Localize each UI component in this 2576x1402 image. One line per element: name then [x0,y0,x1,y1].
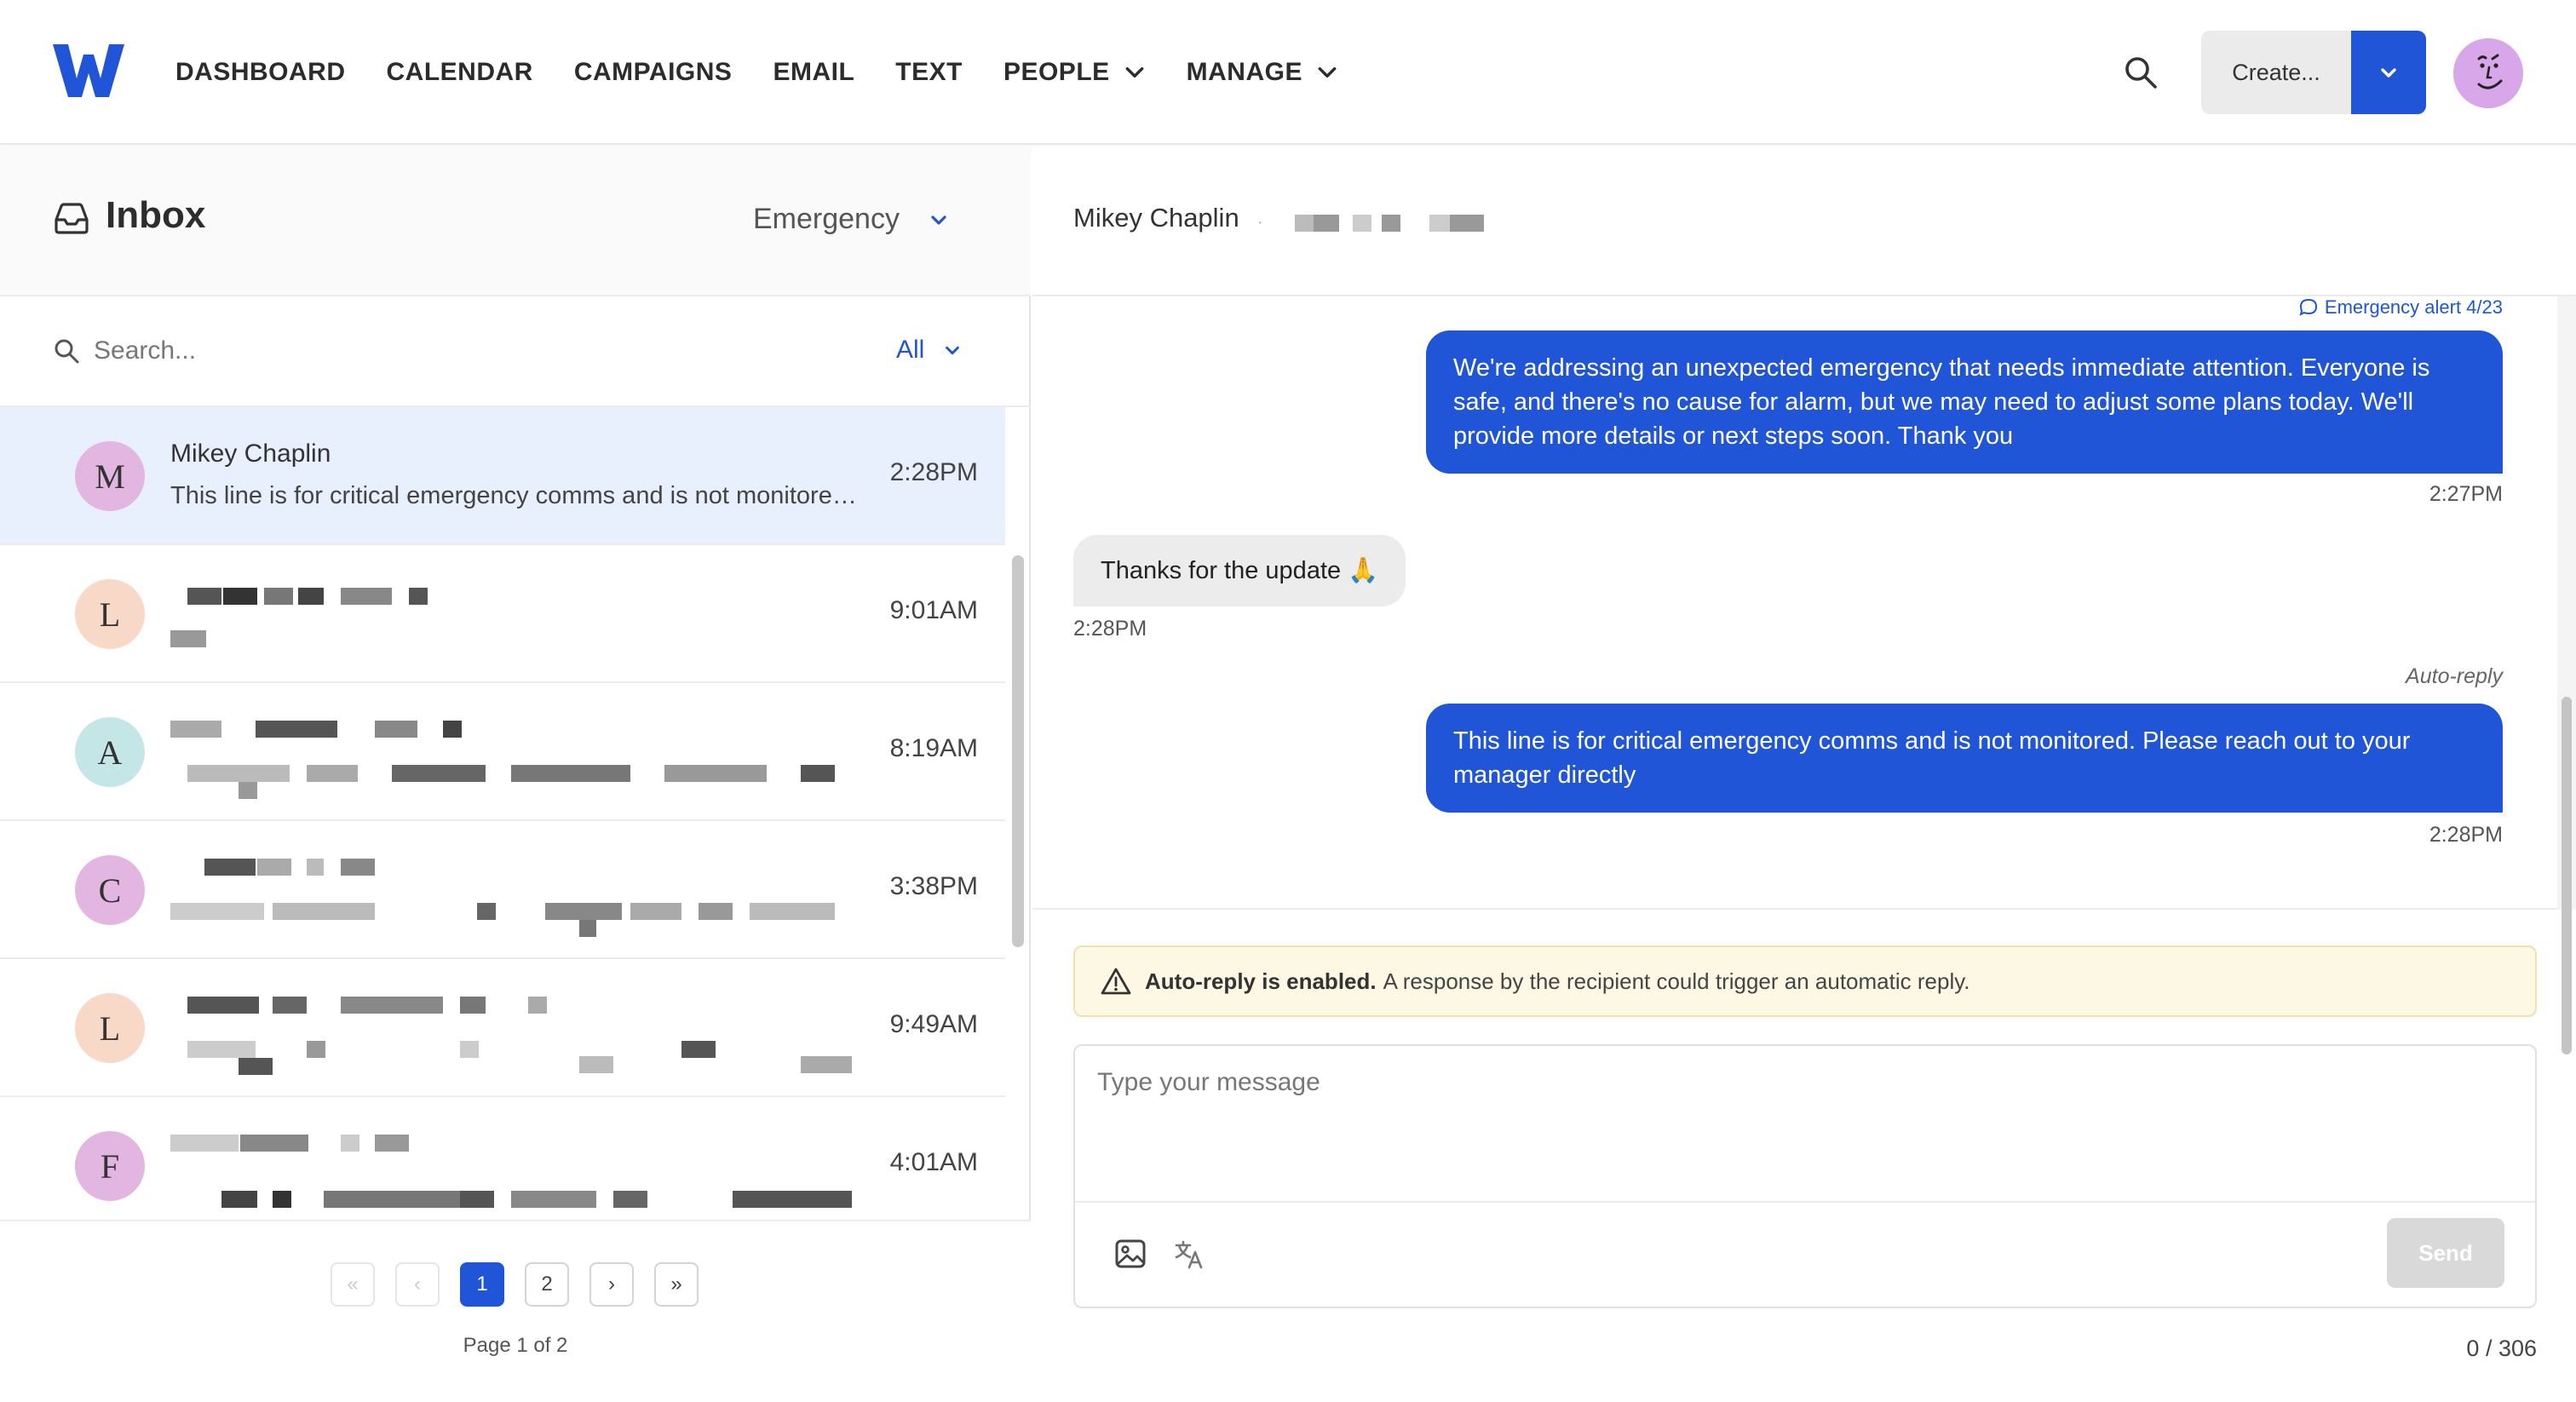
message-time: 3:38PM [889,872,978,900]
chevron-down-icon [1125,66,1144,78]
inbox-scope-value: All [896,336,925,364]
character-counter: 0 / 306 [2466,1336,2537,1361]
conversation-header: Mikey Chaplin · [1032,147,2576,296]
nav-calendar-label: CALENDAR [386,58,533,86]
message-text: Thanks for the update 🙏 [1101,557,1379,584]
outgoing-message: This line is for critical emergency comm… [1426,704,2503,813]
message-text: We're addressing an unexpected emergency… [1453,354,2430,450]
message-preview: This line is for critical emergency comm… [170,482,860,509]
nav-email-label: EMAIL [773,58,855,86]
create-dropdown-button[interactable] [2351,31,2426,114]
auto-reply-notice: Auto-reply is enabled. A response by the… [1073,945,2537,1017]
conversation-row[interactable]: C 3:38PM [0,821,1005,959]
nav-people-label: PEOPLE [1003,58,1110,86]
create-split-button: Create... [2201,31,2426,114]
inbox-icon [55,203,89,234]
separator-dot: · [1257,213,1263,232]
chevron-down-icon [2381,68,2396,78]
message-time: 2:28PM [2429,823,2503,847]
inbox-panel: Inbox Emergency All M Mikey Chaplin This… [0,147,1031,1402]
outgoing-message: We're addressing an unexpected emergency… [1426,330,2503,474]
conversation-list-scrollbar[interactable] [1012,555,1024,947]
nav-manage-label: MANAGE [1186,58,1302,86]
user-face-icon [2453,38,2523,108]
nav-manage[interactable]: MANAGE [1187,58,1338,87]
nav-people[interactable]: PEOPLE [1003,58,1146,87]
inbox-title: Inbox [106,194,206,236]
inbox-filter-select[interactable]: Emergency [753,203,949,236]
translate-icon[interactable] [1174,1238,1206,1271]
auto-reply-label: Auto-reply [2406,664,2503,688]
conversation-row[interactable]: L 9:01AM [0,545,1005,683]
chevron-down-icon [946,346,960,355]
search-icon [55,339,79,364]
message-time: 4:01AM [889,1148,978,1176]
nav-calendar[interactable]: CALENDAR [387,58,533,87]
search-icon[interactable] [2121,53,2160,92]
chat-bubble-icon [2299,298,2317,316]
main-nav: DASHBOARD CALENDAR CAMPAIGNS EMAIL TEXT … [175,0,1379,145]
message-thread: Emergency alert 4/23 We're addressing an… [1032,296,2557,910]
next-page-button[interactable]: › [589,1262,634,1307]
emergency-alert-label: Emergency alert 4/23 [2324,296,2503,318]
top-nav-bar: DASHBOARD CALENDAR CAMPAIGNS EMAIL TEXT … [0,0,2576,145]
notice-text: A response by the recipient could trigge… [1383,968,1970,994]
message-text: This line is for critical emergency comm… [1453,727,2411,789]
nav-text[interactable]: TEXT [895,58,963,87]
first-page-button[interactable]: « [331,1262,375,1307]
emergency-alert-tag[interactable]: Emergency alert 4/23 [2299,296,2503,319]
thread-scrollbar-thumb[interactable] [2562,697,2572,1054]
message-time: 9:01AM [889,596,978,624]
conversation-list: M Mikey Chaplin This line is for critica… [0,407,1005,1220]
page-info: Page 1 of 2 [463,1334,568,1357]
conversation-panel: Mikey Chaplin · Emergency alert 4/23 We'… [1032,147,2576,1402]
conversation-row[interactable]: M Mikey Chaplin This line is for critica… [0,407,1005,545]
message-time: 2:27PM [2429,482,2503,506]
conversation-row[interactable]: L 9:49AM [0,959,1005,1097]
conversation-row[interactable]: F 4:01AM [0,1097,1005,1220]
brand-logo[interactable] [53,44,124,97]
chevron-down-icon [931,215,946,225]
inbox-header: Inbox Emergency [0,147,1031,296]
message-composer: Send [1073,1044,2537,1308]
image-icon[interactable] [1114,1238,1147,1269]
prev-page-button[interactable]: ‹ [395,1262,440,1307]
page-2-button[interactable]: 2 [525,1262,569,1307]
thread-scrollbar[interactable] [2557,296,2576,1054]
warning-icon [1101,968,1131,995]
nav-campaigns-label: CAMPAIGNS [573,58,733,86]
nav-text-label: TEXT [895,58,963,86]
contact-avatar: A [75,717,145,787]
chevron-down-icon [1318,66,1337,78]
incoming-message: Thanks for the update 🙏 [1073,535,1406,606]
inbox-search-input[interactable] [94,327,690,375]
contact-avatar: C [75,855,145,925]
nav-campaigns[interactable]: CAMPAIGNS [574,58,733,87]
conversation-row[interactable]: A 8:19AM [0,683,1005,821]
create-button[interactable]: Create... [2201,31,2351,114]
nav-dashboard[interactable]: DASHBOARD [175,58,346,87]
inbox-search-row: All [0,296,1031,407]
pagination: « ‹ 1 2 › » [0,1220,1031,1402]
nav-dashboard-label: DASHBOARD [175,58,346,86]
last-page-button[interactable]: » [654,1262,699,1307]
user-avatar[interactable] [2453,38,2523,108]
nav-email[interactable]: EMAIL [773,58,854,87]
send-button[interactable]: Send [2387,1218,2504,1288]
notice-title: Auto-reply is enabled. [1145,968,1377,994]
page-1-button[interactable]: 1 [460,1262,504,1307]
contact-name: Mikey Chaplin [1073,203,1239,233]
inbox-scope-select[interactable]: All [896,336,962,365]
message-time: 8:19AM [889,734,978,762]
message-input[interactable] [1075,1046,2535,1203]
contact-avatar: M [75,441,145,511]
inbox-filter-value: Emergency [753,203,900,235]
contact-avatar: F [75,1131,145,1201]
contact-avatar: L [75,579,145,649]
contact-name: Mikey Chaplin [170,440,331,468]
message-time: 9:49AM [889,1010,978,1038]
message-time: 2:28PM [1073,617,1147,641]
contact-avatar: L [75,993,145,1063]
message-time: 2:28PM [889,458,978,486]
